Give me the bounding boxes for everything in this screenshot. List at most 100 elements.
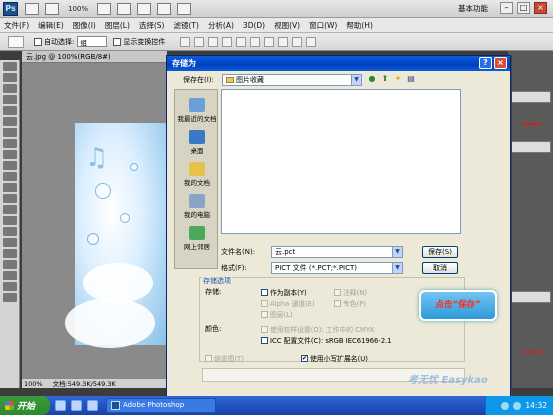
spot-colors-checkbox[interactable]: 专色(P) [334, 298, 366, 308]
brush-tool-icon[interactable] [2, 139, 17, 148]
zoom-tool-icon[interactable] [2, 293, 17, 302]
save-button[interactable]: 保存(S) [422, 246, 458, 258]
dialog-close-button[interactable]: × [494, 57, 507, 69]
word-icon[interactable] [87, 400, 98, 411]
distribute-top-icon[interactable] [264, 36, 275, 47]
document-tab[interactable]: 云.jpg @ 100%(RGB/8#) [22, 51, 167, 63]
blur-tool-icon[interactable] [2, 194, 17, 203]
panel-thumbnail[interactable] [510, 141, 551, 153]
status-doc-size[interactable]: 文档:549.3K/549.3K [53, 379, 116, 388]
type-tool-icon[interactable] [2, 227, 17, 236]
minimize-button[interactable]: – [500, 2, 513, 14]
start-button[interactable]: 开始 [0, 396, 50, 415]
show-desktop-icon[interactable] [71, 400, 82, 411]
alpha-channels-checkbox[interactable]: Alpha 通道(E) [261, 298, 315, 308]
format-dropdown[interactable]: PICT 文件 (*.PCT;*.PICT) ▼ [271, 262, 403, 274]
file-list[interactable] [221, 89, 461, 234]
cancel-button[interactable]: 取消 [422, 262, 458, 274]
eraser-icon[interactable] [2, 172, 17, 181]
maximize-button[interactable]: □ [517, 2, 530, 14]
thumbnail-checkbox[interactable]: 缩览图(T) [205, 353, 244, 363]
align-top-icon[interactable] [180, 36, 191, 47]
save-in-dropdown[interactable]: 图片收藏 ▼ [222, 74, 362, 86]
clock[interactable]: 14:32 [525, 401, 547, 410]
tray-icon[interactable] [513, 401, 522, 410]
history-brush-icon[interactable] [2, 161, 17, 170]
menu-select[interactable]: 选择(S) [139, 20, 165, 31]
menu-3d[interactable]: 3D(D) [243, 21, 265, 30]
align-middle-icon[interactable] [194, 36, 205, 47]
hand-tool-icon[interactable] [2, 282, 17, 291]
rotate-icon[interactable] [137, 2, 152, 15]
menu-analysis[interactable]: 分析(A) [208, 20, 234, 31]
zoom-tool-icon[interactable] [117, 2, 132, 15]
layers-checkbox[interactable]: 图层(L) [261, 309, 293, 319]
panel-thumbnail[interactable] [510, 91, 551, 103]
3d-rotate-icon[interactable] [2, 260, 17, 269]
close-window-button[interactable]: × [534, 2, 547, 14]
magic-wand-icon[interactable] [2, 95, 17, 104]
3d-orbit-icon[interactable] [2, 271, 17, 280]
place-network[interactable]: 网上邻居 [175, 226, 219, 251]
icc-profile-checkbox[interactable]: ICC 配置文件(C): sRGB IEC61966-2.1 [261, 335, 392, 345]
taskbar-photoshop-button[interactable]: Adobe Photoshop [106, 398, 216, 413]
auto-align-icon[interactable] [306, 36, 317, 47]
bridge-icon[interactable] [25, 2, 39, 15]
auto-select-checkbox[interactable] [34, 37, 42, 46]
distribute-middle-icon[interactable] [278, 36, 289, 47]
tray-icon[interactable] [501, 401, 510, 410]
ie-icon[interactable] [55, 400, 66, 411]
eyedropper-icon[interactable] [2, 117, 17, 126]
place-my-documents[interactable]: 我的文档 [175, 162, 219, 187]
arrange-icon[interactable] [177, 2, 192, 15]
panel-thumbnail[interactable] [510, 291, 551, 303]
as-copy-checkbox[interactable]: 作为副本(Y) [261, 287, 307, 297]
healing-brush-icon[interactable] [2, 128, 17, 137]
menu-view[interactable]: 视图(V) [274, 20, 300, 31]
view-menu-icon[interactable]: ▤ [406, 74, 416, 84]
menu-help[interactable]: 帮助(H) [346, 20, 373, 31]
path-selection-icon[interactable] [2, 238, 17, 247]
move-tool-icon[interactable] [2, 62, 17, 71]
zoom-level[interactable]: 100% [68, 5, 88, 13]
menu-image[interactable]: 图像(I) [73, 20, 96, 31]
align-right-icon[interactable] [250, 36, 261, 47]
lowercase-extension-checkbox[interactable]: ✔ 使用小写扩展名(U) [301, 353, 368, 363]
new-folder-icon[interactable]: ✦ [393, 74, 403, 84]
place-my-computer[interactable]: 我的电脑 [175, 194, 219, 219]
marquee-tool-icon[interactable] [2, 73, 17, 82]
filename-input[interactable]: 云.pct ▼ [271, 246, 403, 258]
use-proof-checkbox[interactable]: 使用校样设置(O): 工作中的 CMYK [261, 324, 374, 334]
menu-layer[interactable]: 图层(L) [105, 20, 130, 31]
place-recent[interactable]: 我最近的文档 [175, 98, 219, 123]
move-tool-icon[interactable] [8, 35, 24, 48]
hand-icon[interactable] [97, 2, 112, 15]
clone-stamp-icon[interactable] [2, 150, 17, 159]
help-button[interactable]: ? [479, 57, 492, 69]
show-transform-checkbox[interactable] [113, 37, 122, 46]
menu-file[interactable]: 文件(F) [4, 20, 29, 31]
align-left-icon[interactable] [222, 36, 233, 47]
shape-tool-icon[interactable] [2, 249, 17, 258]
mini-bridge-icon[interactable] [45, 2, 59, 15]
auto-select-dropdown[interactable]: 组 [77, 36, 108, 47]
menu-window[interactable]: 窗口(W) [309, 20, 337, 31]
annotations-checkbox[interactable]: 注释(N) [334, 287, 367, 297]
grid-icon[interactable] [157, 2, 172, 15]
align-center-icon[interactable] [236, 36, 247, 47]
crop-tool-icon[interactable] [2, 106, 17, 115]
align-bottom-icon[interactable] [208, 36, 219, 47]
up-folder-icon[interactable]: ⬆ [380, 74, 390, 84]
menu-edit[interactable]: 编辑(E) [38, 20, 64, 31]
workspace-switcher[interactable]: 基本功能 [458, 3, 488, 14]
image-canvas[interactable]: ♫ [65, 123, 167, 348]
back-icon[interactable]: ● [367, 74, 377, 84]
place-desktop[interactable]: 桌面 [175, 130, 219, 155]
pen-tool-icon[interactable] [2, 216, 17, 225]
lasso-tool-icon[interactable] [2, 84, 17, 93]
status-zoom[interactable]: 100% [24, 379, 43, 388]
dodge-tool-icon[interactable] [2, 205, 17, 214]
distribute-bottom-icon[interactable] [292, 36, 303, 47]
gradient-tool-icon[interactable] [2, 183, 17, 192]
menu-filter[interactable]: 滤镜(T) [174, 20, 199, 31]
